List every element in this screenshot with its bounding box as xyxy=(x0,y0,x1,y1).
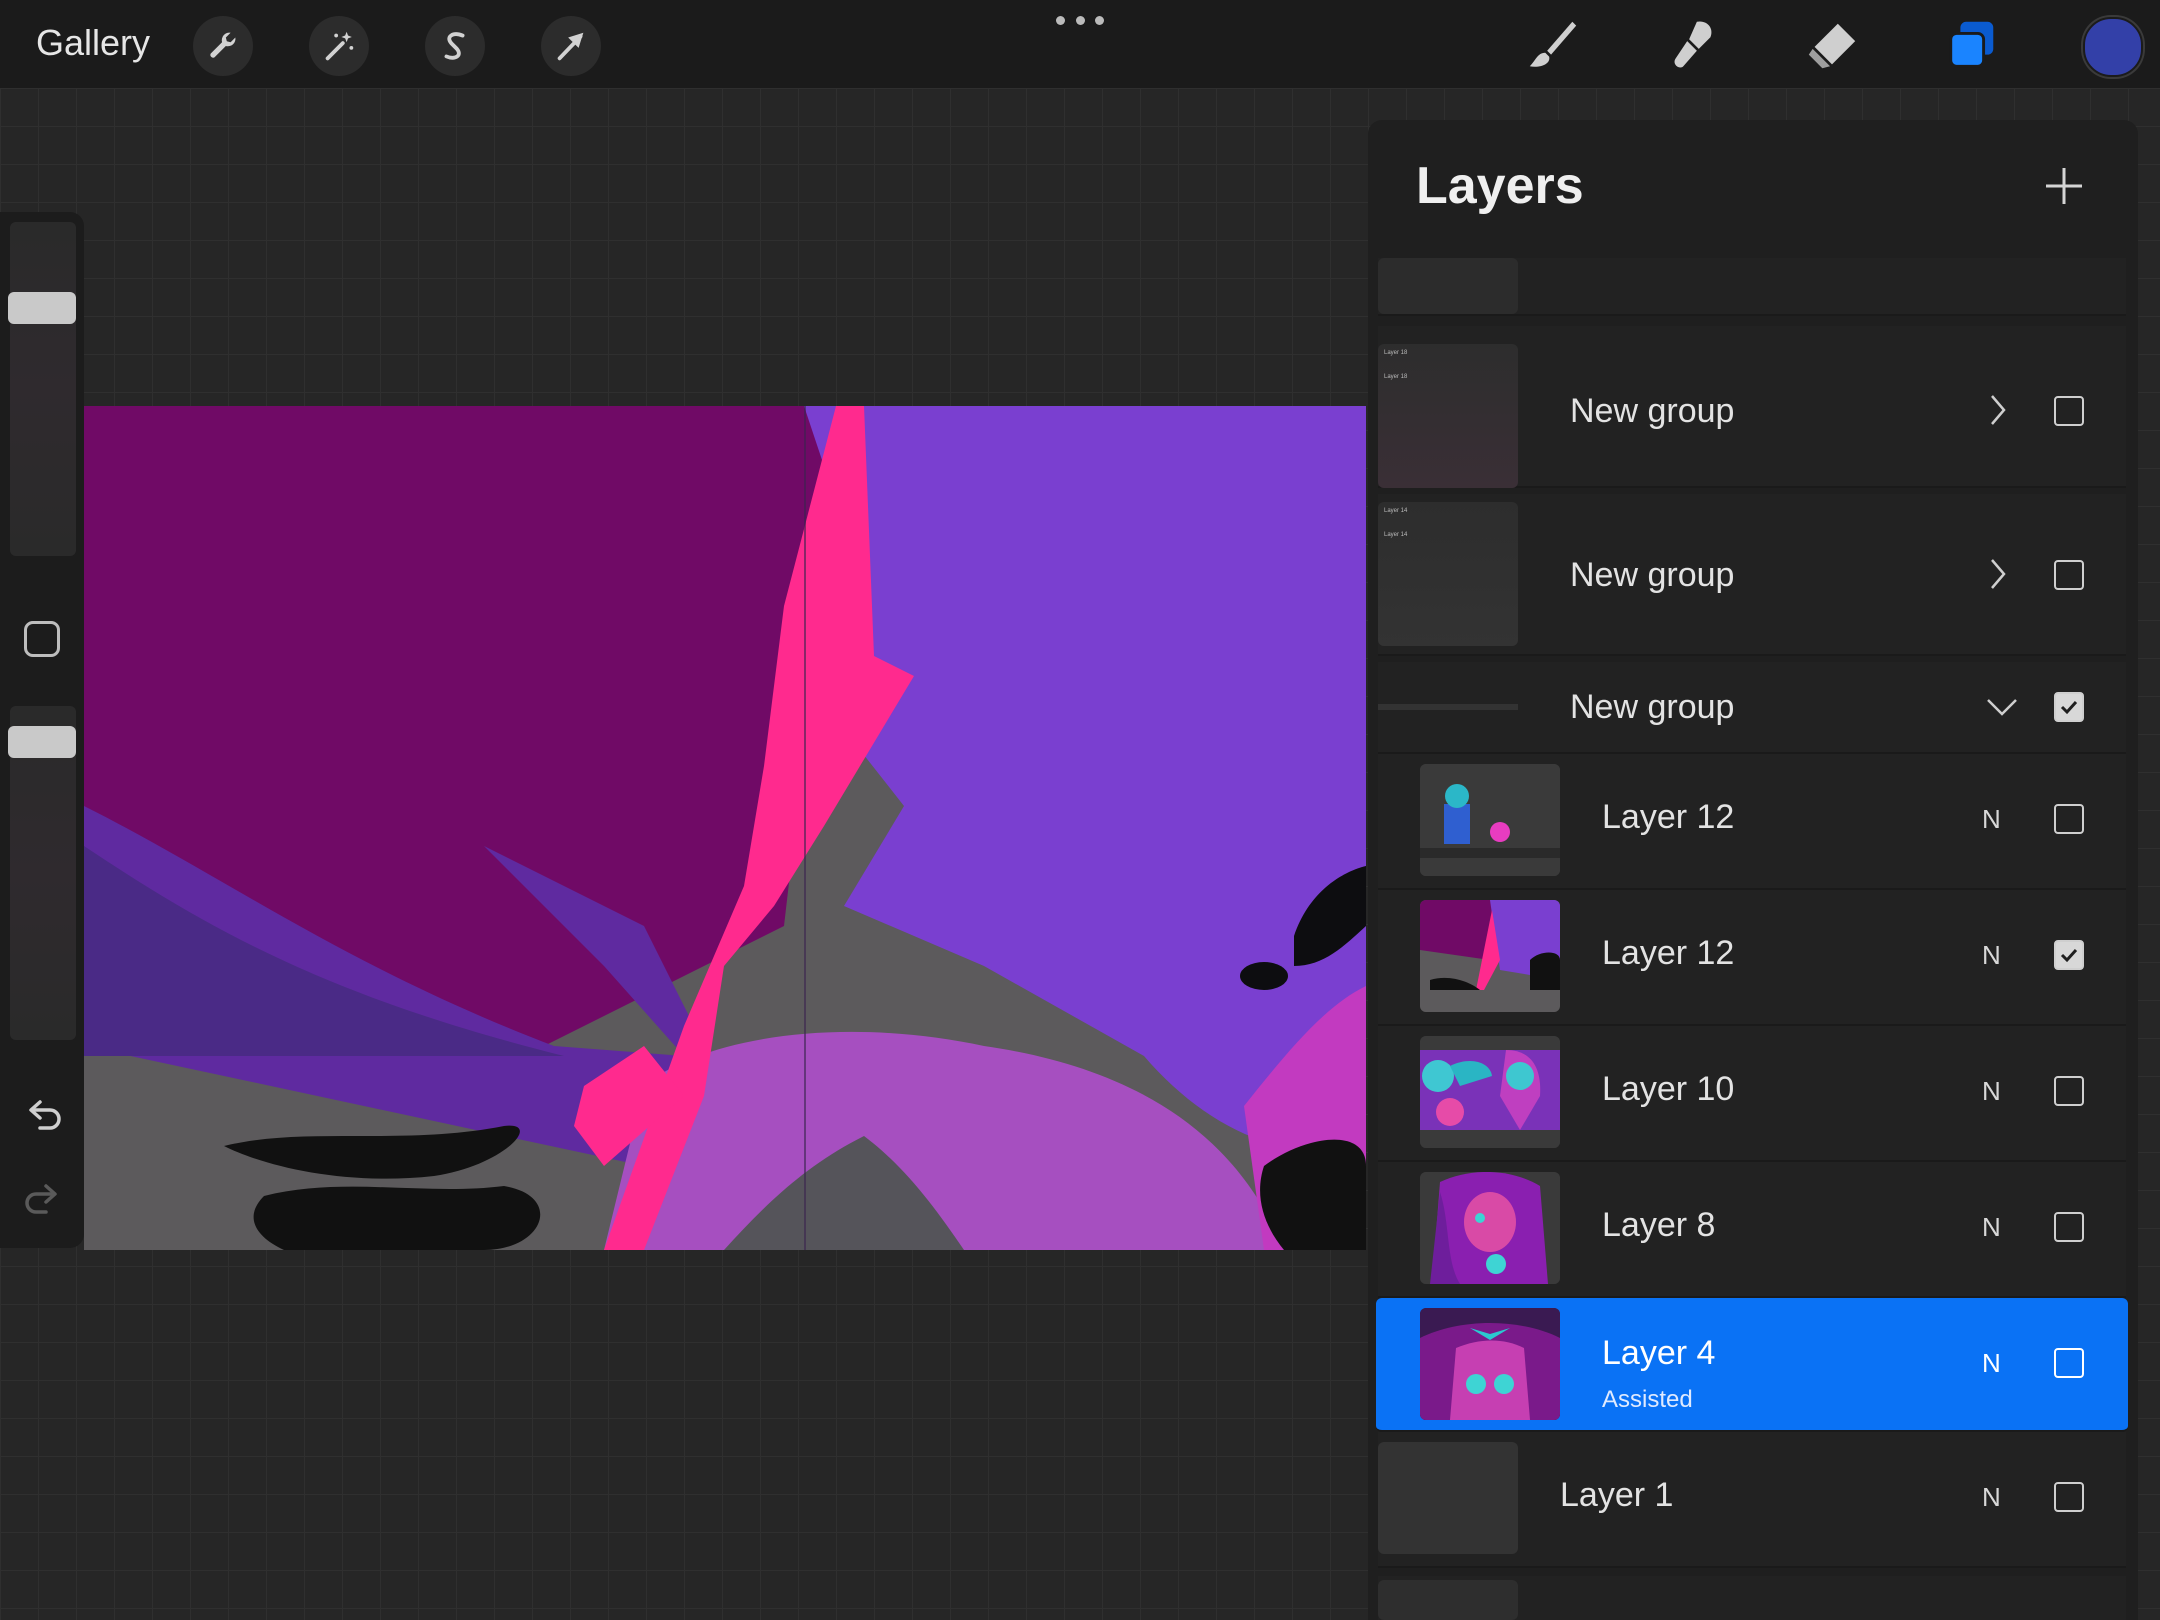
brush-tool-button[interactable] xyxy=(1518,10,1588,80)
add-layer-plus-icon[interactable] xyxy=(2040,162,2088,210)
checkmark-icon xyxy=(2060,700,2078,715)
visibility-checkbox[interactable] xyxy=(2054,804,2084,834)
transform-arrow-icon xyxy=(557,32,584,61)
eraser-tool-button[interactable] xyxy=(1797,10,1867,80)
layer-row[interactable]: Layer 12 N xyxy=(1378,890,2126,1026)
layer-name: Layer 12 xyxy=(1602,934,1735,972)
mini-layer-label: Layer 14 xyxy=(1384,532,1408,538)
layer-name: Layer 4 xyxy=(1602,1334,1716,1372)
actions-button[interactable] xyxy=(193,16,253,76)
layer-thumbnail xyxy=(1378,1442,1518,1554)
smudge-tool-button[interactable] xyxy=(1658,10,1728,80)
visibility-checkbox[interactable] xyxy=(2054,1212,2084,1242)
chevron-right-icon[interactable] xyxy=(1982,554,2012,594)
mini-layer-label: Layer 18 xyxy=(1384,350,1408,356)
group-thumbnail: Layer 14 Layer 14 xyxy=(1378,502,1518,646)
top-toolbar: Gallery xyxy=(0,0,2160,88)
undo-icon[interactable] xyxy=(20,1092,66,1138)
layers-panel-title: Layers xyxy=(1416,157,1584,215)
left-sidebar xyxy=(0,212,84,1248)
transform-button[interactable] xyxy=(541,16,601,76)
layers-panel: Layers Layer 18 Layer 18 New group Layer… xyxy=(1368,120,2138,1620)
chevron-right-icon[interactable] xyxy=(1982,390,2012,430)
chevron-down-icon[interactable] xyxy=(1982,686,2022,726)
wrench-icon xyxy=(210,32,236,58)
opacity-slider[interactable] xyxy=(8,706,76,1040)
layer-name: Layer 10 xyxy=(1602,1070,1735,1108)
group-row-expanded[interactable]: New group xyxy=(1378,662,2126,754)
artwork-canvas[interactable] xyxy=(84,406,1366,1250)
layer-row-partial[interactable] xyxy=(1378,258,2126,316)
visibility-checkbox-checked[interactable] xyxy=(2054,940,2084,970)
group-thumbnail: Layer 18 Layer 18 xyxy=(1378,344,1518,488)
layers-icon xyxy=(1949,21,1994,68)
visibility-checkbox[interactable] xyxy=(2054,560,2084,590)
layer-thumbnail xyxy=(1378,258,1518,314)
eraser-icon xyxy=(1808,23,1856,69)
adjustments-button[interactable] xyxy=(309,16,369,76)
gallery-button[interactable]: Gallery xyxy=(36,22,150,64)
brush-size-slider[interactable] xyxy=(8,222,76,556)
visibility-checkbox-checked[interactable] xyxy=(2054,692,2084,722)
group-name: New group xyxy=(1570,392,1735,430)
blend-mode-label[interactable]: N xyxy=(1982,940,2001,971)
group-row[interactable]: Layer 18 Layer 18 New group xyxy=(1378,326,2126,488)
opacity-thumb[interactable] xyxy=(8,726,76,758)
blend-mode-label[interactable]: N xyxy=(1982,1212,2001,1243)
mini-layer-label: Layer 14 xyxy=(1384,508,1408,514)
selection-s-icon xyxy=(444,32,465,60)
blend-mode-label[interactable]: N xyxy=(1982,1076,2001,1107)
group-row[interactable]: Layer 14 Layer 14 New group xyxy=(1378,494,2126,656)
group-name: New group xyxy=(1570,688,1735,726)
group-divider xyxy=(1378,704,1518,710)
layer-row[interactable]: Layer 10 N xyxy=(1378,1026,2126,1162)
brush-size-thumb[interactable] xyxy=(8,292,76,324)
visibility-checkbox[interactable] xyxy=(2054,1482,2084,1512)
layer-thumbnail xyxy=(1420,1308,1560,1420)
selection-button[interactable] xyxy=(425,16,485,76)
layer-thumbnail xyxy=(1420,1036,1560,1148)
artwork-illustration xyxy=(84,406,1366,1250)
layer-thumbnail xyxy=(1420,1172,1560,1284)
layer-row-selected[interactable]: Layer 4 Assisted N xyxy=(1376,1298,2128,1432)
mini-layer-label: Layer 18 xyxy=(1384,374,1408,380)
visibility-checkbox[interactable] xyxy=(2054,1076,2084,1106)
blend-mode-label[interactable]: N xyxy=(1982,1348,2001,1379)
layer-thumbnail xyxy=(1420,764,1560,876)
visibility-checkbox[interactable] xyxy=(2054,396,2084,426)
layer-row-partial[interactable] xyxy=(1378,1576,2126,1620)
more-options-dots[interactable] xyxy=(1056,8,1104,32)
color-picker-swatch[interactable] xyxy=(2083,17,2143,77)
layer-thumbnail xyxy=(1378,1580,1518,1620)
group-name: New group xyxy=(1570,556,1735,594)
redo-icon[interactable] xyxy=(20,1176,66,1222)
layer-subtitle: Assisted xyxy=(1602,1386,1693,1413)
checkmark-icon xyxy=(2060,948,2078,963)
layer-row[interactable]: Layer 1 N xyxy=(1378,1432,2126,1568)
magic-wand-icon xyxy=(325,31,354,61)
visibility-checkbox[interactable] xyxy=(2054,1348,2084,1378)
layer-row[interactable]: Layer 8 N xyxy=(1378,1162,2126,1298)
blend-mode-label[interactable]: N xyxy=(1982,1482,2001,1513)
layer-row[interactable]: Layer 12 N xyxy=(1378,754,2126,890)
blend-mode-label[interactable]: N xyxy=(1982,804,2001,835)
layer-name: Layer 1 xyxy=(1560,1476,1674,1514)
smudge-icon xyxy=(1674,21,1712,68)
brush-icon xyxy=(1529,21,1577,67)
layer-name: Layer 8 xyxy=(1602,1206,1716,1244)
modify-button[interactable] xyxy=(24,621,60,657)
layer-thumbnail xyxy=(1420,900,1560,1012)
layers-tool-button[interactable] xyxy=(1937,10,2007,80)
layer-name: Layer 12 xyxy=(1602,798,1735,836)
